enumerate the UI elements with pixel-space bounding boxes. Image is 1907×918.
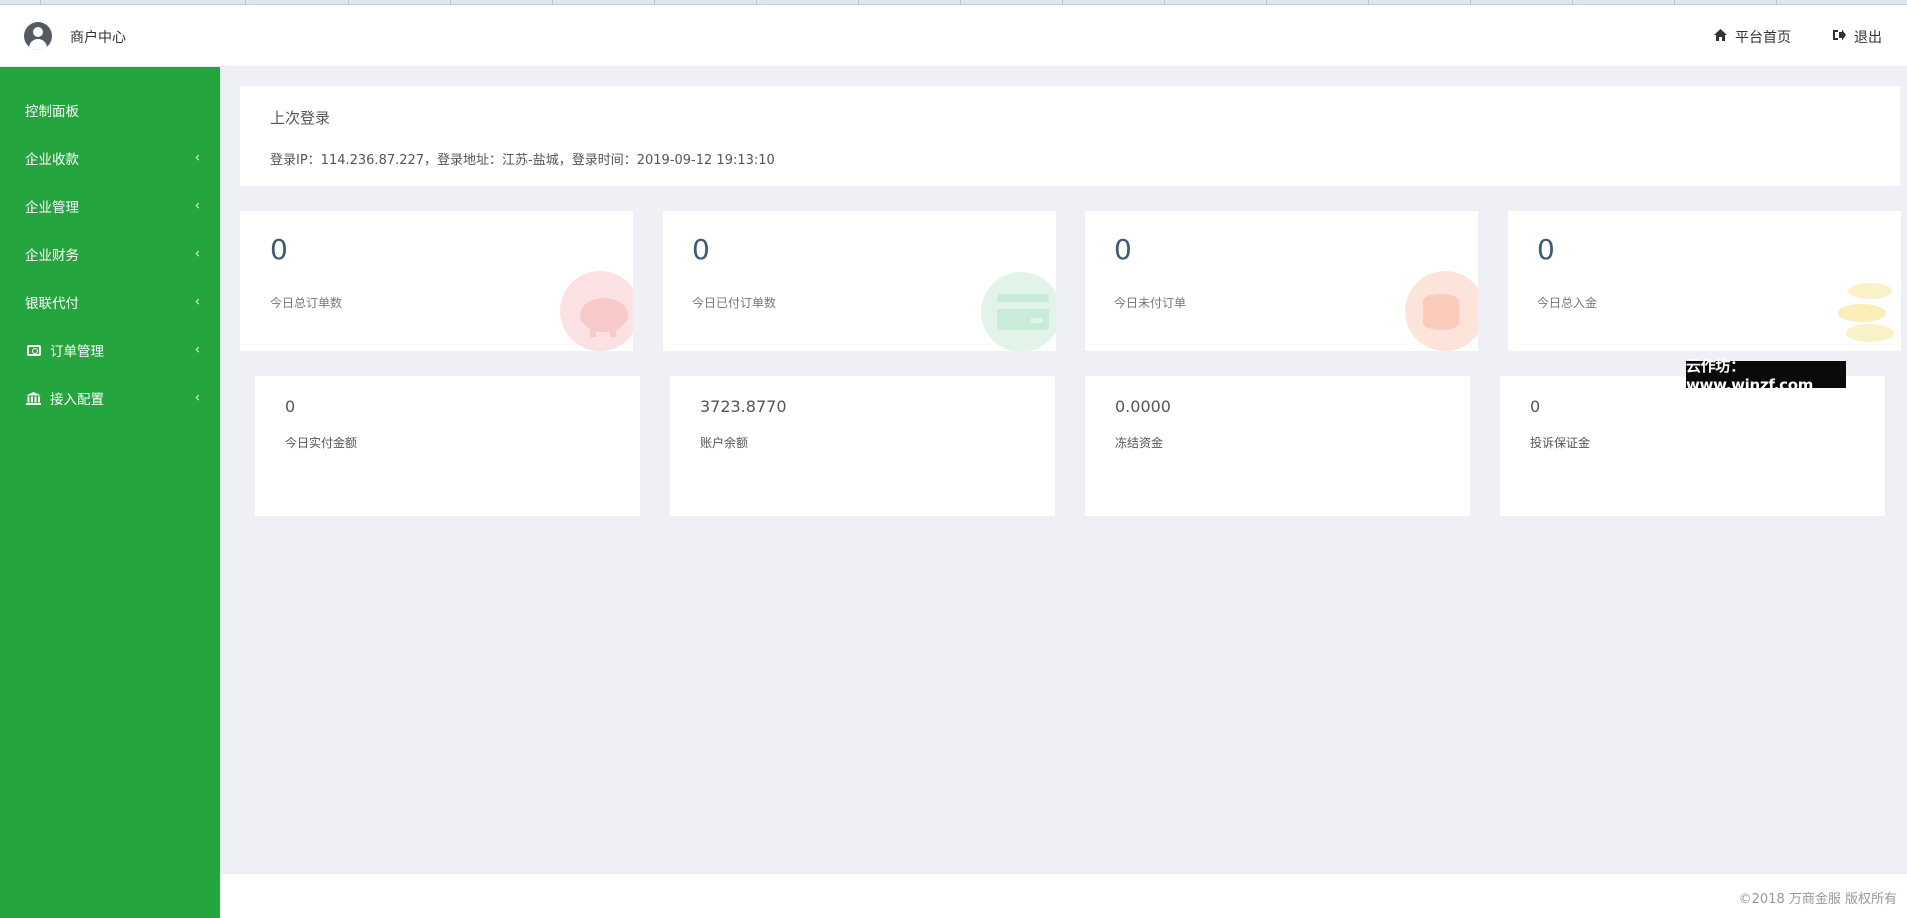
- sidebar-item-label: 企业管理: [25, 200, 79, 216]
- balance-label: 冻结资金: [1115, 436, 1164, 450]
- sidebar-item-label: 订单管理: [50, 344, 104, 360]
- sidebar-item-label: 企业收款: [25, 152, 79, 168]
- platform-home-label: 平台首页: [1735, 30, 1791, 46]
- sidebar-item-label: 银联代付: [25, 296, 79, 312]
- cash-icon: [25, 343, 42, 357]
- chevron-left-icon: ‹: [194, 390, 200, 406]
- stat-card-paid-orders: [663, 211, 1056, 351]
- stat-value: 0: [1114, 233, 1132, 266]
- chevron-left-icon: ‹: [194, 150, 200, 166]
- sidebar-item-dashboard[interactable]: 控制面板: [0, 86, 220, 134]
- stat-value: 0: [692, 233, 710, 266]
- merchant-center-title: 商户中心: [70, 30, 126, 46]
- footer: ©2018 万商金服 版权所有: [220, 873, 1907, 918]
- balance-label: 账户余额: [700, 436, 749, 450]
- stat-label: 今日未付订单: [1114, 296, 1187, 310]
- chevron-left-icon: ‹: [194, 294, 200, 310]
- stat-label: 今日已付订单数: [692, 296, 777, 310]
- logout-label: 退出: [1854, 30, 1882, 46]
- top-header: 商户中心 平台首页 退出: [0, 5, 1907, 67]
- sidebar-item-label: 企业财务: [25, 248, 79, 264]
- platform-home-link[interactable]: 平台首页: [1714, 27, 1791, 47]
- sidebar-item-access-config[interactable]: 接入配置 ‹: [0, 374, 220, 422]
- last-login-info: 登录IP：114.236.87.227，登录地址：江苏-盐城，登录时间：2019…: [270, 153, 775, 168]
- stat-value: 0: [1537, 233, 1555, 266]
- coin-stack-icon: [1405, 271, 1478, 351]
- sidebar-item-enterprise-collection[interactable]: 企业收款 ‹: [0, 134, 220, 182]
- stat-card-total-orders: [240, 211, 633, 351]
- logout-link[interactable]: 退出: [1833, 27, 1882, 47]
- bank-icon: [25, 391, 42, 405]
- sidebar-item-order-management[interactable]: 订单管理 ‹: [0, 326, 220, 374]
- last-login-title: 上次登录: [270, 109, 331, 127]
- user-avatar-icon[interactable]: [24, 22, 52, 50]
- coins-icon: [1826, 271, 1901, 351]
- stat-card-unpaid-orders: [1085, 211, 1478, 351]
- stat-label: 今日总入金: [1537, 296, 1598, 310]
- sidebar-item-enterprise-management[interactable]: 企业管理 ‹: [0, 182, 220, 230]
- chevron-left-icon: ‹: [194, 246, 200, 262]
- balance-value: 0: [285, 397, 296, 416]
- watermark-banner: 云作坊：www.winzf.com: [1686, 357, 1846, 394]
- sidebar: 控制面板 企业收款 ‹ 企业管理 ‹ 企业财务 ‹ 银联代付 ‹ 订单管理 ‹ …: [0, 67, 220, 918]
- sign-out-icon: [1833, 29, 1846, 45]
- chevron-left-icon: ‹: [194, 342, 200, 358]
- stat-card-total-deposit: [1508, 211, 1901, 351]
- balance-value: 0.0000: [1115, 397, 1171, 416]
- home-icon: [1714, 29, 1727, 45]
- credit-card-icon: [981, 272, 1056, 351]
- sidebar-item-label: 控制面板: [25, 104, 79, 120]
- balance-label: 投诉保证金: [1530, 436, 1591, 450]
- stat-value: 0: [270, 233, 288, 266]
- sidebar-item-unionpay-payout[interactable]: 银联代付 ‹: [0, 278, 220, 326]
- sidebar-item-enterprise-finance[interactable]: 企业财务 ‹: [0, 230, 220, 278]
- copyright-text: ©2018 万商金服 版权所有: [1738, 892, 1897, 907]
- last-login-panel: [240, 86, 1900, 186]
- stat-label: 今日总订单数: [270, 296, 343, 310]
- chevron-left-icon: ‹: [194, 198, 200, 214]
- balance-value: 0: [1530, 397, 1541, 416]
- balance-value: 3723.8770: [700, 397, 787, 416]
- balance-label: 今日实付金额: [285, 436, 358, 450]
- sidebar-item-label: 接入配置: [50, 392, 104, 408]
- piggy-bank-icon: [560, 271, 633, 351]
